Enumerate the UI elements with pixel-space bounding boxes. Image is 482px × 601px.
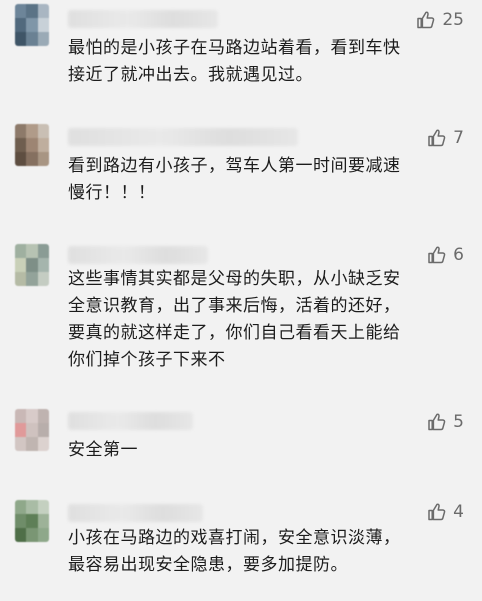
thumbs-up-icon [427, 245, 447, 265]
like-count: 5 [453, 412, 464, 432]
thumbs-up-icon [427, 128, 447, 148]
like-button[interactable]: 7 [427, 128, 464, 148]
username-blurred [68, 10, 218, 28]
like-count: 7 [453, 128, 464, 148]
like-count: 25 [442, 10, 464, 30]
thumbs-up-icon [416, 10, 436, 30]
comment-text: 安全第一 [68, 440, 138, 460]
avatar[interactable] [15, 500, 49, 542]
like-count: 4 [453, 502, 464, 522]
avatar[interactable] [15, 124, 49, 166]
comment-text: 小孩在马路边的戏喜打闹，安全意识淡薄， 最容易出现安全隐患，要多加提防。 [68, 528, 401, 575]
comment-text: 这些事情其实都是父母的失职，从小缺乏安 全意识教育，出了事来后悔，活着的还好， … [68, 269, 401, 370]
avatar[interactable] [15, 244, 49, 286]
username-blurred [68, 412, 193, 430]
like-button[interactable]: 25 [416, 10, 464, 30]
username-blurred [68, 246, 208, 264]
thumbs-up-icon [427, 412, 447, 432]
thumbs-up-icon [427, 502, 447, 522]
comment-text: 最怕的是小孩子在马路边站着看，看到车快 接近了就冲出去。我就遇见过。 [68, 38, 401, 85]
like-button[interactable]: 5 [427, 412, 464, 432]
username-blurred [68, 128, 298, 146]
username-blurred [68, 504, 203, 522]
like-count: 6 [453, 245, 464, 265]
like-button[interactable]: 6 [427, 245, 464, 265]
avatar[interactable] [15, 4, 49, 46]
avatar[interactable] [15, 409, 49, 451]
comment-feed: 25 最怕的是小孩子在马路边站着看，看到车快 接近了就冲出去。我就遇见过。 7 … [0, 0, 482, 601]
comment-text: 看到路边有小孩子，驾车人第一时间要减速 慢行！！！ [68, 156, 401, 203]
like-button[interactable]: 4 [427, 502, 464, 522]
